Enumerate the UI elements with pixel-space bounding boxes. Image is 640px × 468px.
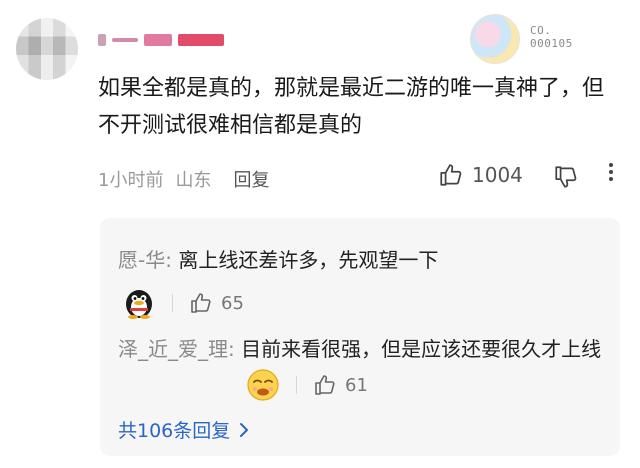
reply-text: 离上线还差许多，先观望一下 <box>178 248 439 272</box>
more-options-icon[interactable] <box>606 160 616 190</box>
username-blurred[interactable] <box>98 30 228 50</box>
like-button[interactable]: 1004 <box>438 162 523 188</box>
reply-author[interactable]: 愿-华 <box>118 248 165 272</box>
comment-meta: 1小时前 山东 回复 <box>98 166 269 192</box>
reply-item: 泽_近_爱_理: 目前来看很强，但是应该还要很久才上线 <box>118 337 602 361</box>
reply-like-count: 61 <box>345 374 368 396</box>
reply-footer: 61 <box>246 368 368 402</box>
reply-button[interactable]: 回复 <box>233 166 269 192</box>
like-count: 1004 <box>472 163 523 187</box>
reply-author[interactable]: 泽_近_爱_理 <box>118 337 228 361</box>
dislike-button[interactable] <box>553 164 579 190</box>
user-avatar[interactable] <box>16 18 78 80</box>
thumbs-down-icon <box>555 166 577 188</box>
reply-item: 愿-华: 离上线还差许多，先观望一下 <box>118 248 439 272</box>
qq-penguin-icon <box>126 290 152 319</box>
thumbs-up-icon[interactable] <box>189 291 213 315</box>
reply-like-count: 65 <box>221 292 244 314</box>
comment-location: 山东 <box>175 170 212 191</box>
thumbs-up-icon[interactable] <box>313 373 337 397</box>
comment-text: 如果全都是真的，那就是最近二游的唯一真神了，但不开测试很难相信都是真的 <box>98 76 605 138</box>
reply-text: 目前来看很强，但是应该还要很久才上线 <box>241 337 602 361</box>
replies-panel: 愿-华: 离上线还差许多，先观望一下 65 泽_近_爱_理: 目前来看很强，但是… <box>100 218 620 456</box>
comment-time: 1小时前 <box>98 170 164 191</box>
view-all-replies-link[interactable]: 共106条回复 <box>118 416 252 443</box>
reply-footer: 65 <box>122 286 244 320</box>
thumbs-up-icon <box>440 164 462 186</box>
fan-badge-number: CO. 000105 <box>530 24 573 50</box>
smirk-face-icon <box>247 369 279 401</box>
fan-badge-icon <box>470 14 520 64</box>
chevron-right-icon <box>240 422 249 437</box>
